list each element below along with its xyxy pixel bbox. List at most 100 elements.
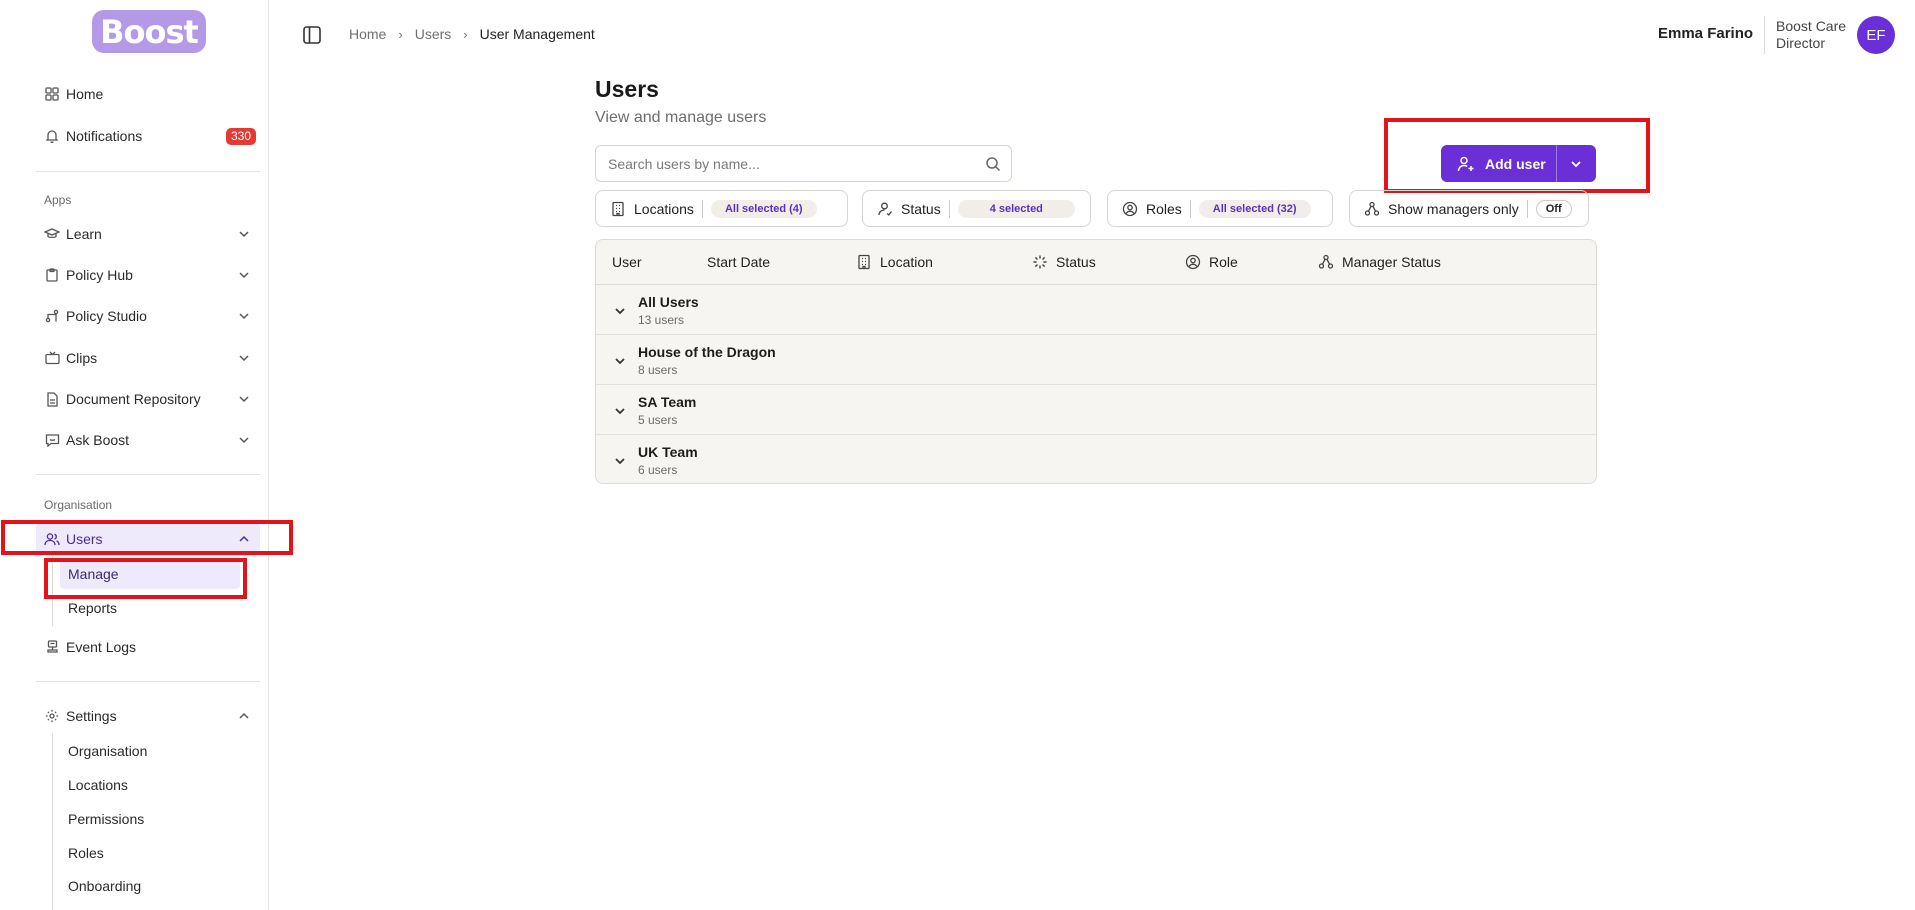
- chevron-right-icon: ›: [398, 26, 403, 42]
- column-header-manager-status[interactable]: Manager Status: [1318, 254, 1441, 270]
- column-header-start-date[interactable]: Start Date: [707, 254, 770, 270]
- filter-label: Locations: [634, 200, 694, 217]
- stamp-icon: [44, 639, 60, 655]
- column-label: Manager Status: [1342, 254, 1441, 270]
- sidebar-item-document-repository[interactable]: Document Repository: [36, 382, 260, 416]
- graduation-cap-icon: [44, 226, 60, 242]
- sidebar-item-label: Clips: [66, 350, 98, 366]
- group-count: 13 users: [638, 313, 685, 327]
- column-label: Role: [1209, 254, 1238, 270]
- sidebar-item-home[interactable]: Home: [36, 77, 260, 111]
- chevron-down-icon[interactable]: [612, 403, 628, 419]
- filter-status[interactable]: Status 4 selected: [862, 190, 1091, 227]
- sidebar-item-label: Notifications: [66, 128, 143, 144]
- highlight-box: [44, 558, 247, 599]
- breadcrumb: Home › Users › User Management: [349, 26, 595, 42]
- sidebar-item-ask-boost[interactable]: Ask Boost: [36, 423, 260, 457]
- filter-separator: [948, 199, 950, 218]
- filter-separator: [701, 199, 703, 218]
- filter-separator: [1189, 199, 1191, 218]
- add-user-split-button: Add user: [1441, 145, 1596, 182]
- search-icon: [986, 157, 1001, 172]
- group-count: 6 users: [638, 463, 678, 477]
- user-org-role: Boost Care Director: [1776, 18, 1847, 51]
- users-table: User Start Date Location Status Role Man…: [595, 239, 1597, 484]
- table-group-row[interactable]: All Users 13 users: [596, 285, 1596, 335]
- search-field[interactable]: [595, 145, 1012, 182]
- group-count: 8 users: [638, 363, 678, 377]
- avatar[interactable]: EF: [1857, 16, 1895, 54]
- sidebar-subitem-permissions[interactable]: Permissions: [60, 804, 240, 834]
- notification-count-badge: 330: [225, 128, 256, 145]
- add-user-button[interactable]: Add user: [1441, 145, 1557, 182]
- sidebar-item-settings[interactable]: Settings: [36, 699, 260, 733]
- column-label: User: [612, 254, 642, 270]
- group-name: UK Team: [638, 444, 698, 460]
- sidebar-subitem-locations[interactable]: Locations: [60, 770, 240, 800]
- filter-roles[interactable]: Roles All selected (32): [1107, 190, 1333, 227]
- column-header-user[interactable]: User: [612, 254, 642, 270]
- chevron-down-icon: [239, 313, 249, 320]
- column-header-location[interactable]: Location: [856, 254, 933, 270]
- breadcrumb-users[interactable]: Users: [415, 26, 452, 42]
- sidebar-item-learn[interactable]: Learn: [36, 217, 260, 251]
- boost-logo[interactable]: Boost: [92, 10, 206, 53]
- chevron-down-icon: [239, 231, 249, 238]
- tv-icon: [44, 350, 60, 366]
- user-status-icon: [878, 202, 893, 216]
- chevron-down-icon: [239, 355, 249, 362]
- table-group-row[interactable]: UK Team 6 users: [596, 435, 1596, 483]
- managers-only-toggle[interactable]: Off: [1535, 199, 1572, 218]
- user-divider: [1764, 16, 1765, 54]
- sidebar-subitem-onboarding[interactable]: Onboarding: [60, 871, 240, 901]
- filter-label: Status: [901, 200, 941, 217]
- building-icon: [858, 254, 870, 270]
- grid-icon: [44, 86, 60, 102]
- group-name: All Users: [638, 294, 699, 310]
- group-name: SA Team: [638, 394, 697, 410]
- chevron-right-icon: ›: [463, 26, 468, 42]
- filter-managers-only[interactable]: Show managers only Off: [1349, 190, 1589, 227]
- sidebar-item-label: Document Repository: [66, 391, 201, 407]
- file-icon: [44, 391, 60, 407]
- chevron-down-icon: [1571, 160, 1581, 167]
- message-icon: [44, 432, 60, 448]
- sidebar-item-policy-hub[interactable]: Policy Hub: [36, 258, 260, 292]
- table-group-row[interactable]: SA Team 5 users: [596, 385, 1596, 435]
- column-header-role[interactable]: Role: [1185, 254, 1238, 270]
- search-input[interactable]: [608, 155, 968, 172]
- filter-separator: [1526, 199, 1528, 218]
- sidebar-item-clips[interactable]: Clips: [36, 341, 260, 375]
- chevron-down-icon[interactable]: [612, 303, 628, 319]
- filter-locations[interactable]: Locations All selected (4): [595, 190, 848, 227]
- bell-icon: [44, 128, 60, 144]
- page-title: Users: [595, 76, 659, 102]
- table-header: User Start Date Location Status Role Man…: [596, 240, 1596, 285]
- group-count: 5 users: [638, 413, 678, 427]
- clipboard-icon: [44, 267, 60, 283]
- loader-icon: [1033, 255, 1047, 269]
- column-label: Start Date: [707, 254, 771, 270]
- chevron-down-icon[interactable]: [612, 353, 628, 369]
- sidebar-item-policy-studio[interactable]: Policy Studio: [36, 299, 260, 333]
- chevron-down-icon: [239, 396, 249, 403]
- sidebar-toggle-icon[interactable]: [302, 25, 322, 45]
- group-name: House of the Dragon: [638, 344, 776, 360]
- column-label: Location: [880, 254, 933, 270]
- sidebar-item-event-logs[interactable]: Event Logs: [36, 630, 260, 664]
- column-header-status[interactable]: Status: [1032, 254, 1096, 270]
- user-circle-icon: [1185, 254, 1201, 270]
- breadcrumb-home[interactable]: Home: [349, 26, 386, 42]
- filter-label: Roles: [1146, 200, 1182, 217]
- sidebar-item-notifications[interactable]: Notifications 330: [36, 119, 260, 153]
- add-user-dropdown-button[interactable]: [1557, 145, 1595, 182]
- page-subtitle: View and manage users: [595, 109, 767, 126]
- add-user-label: Add user: [1485, 155, 1546, 172]
- filter-value-badge: All selected (32): [1198, 199, 1311, 218]
- filter-value-badge: 4 selected: [957, 199, 1075, 218]
- chevron-down-icon[interactable]: [612, 453, 628, 469]
- sidebar-subitem-organisation[interactable]: Organisation: [60, 736, 240, 766]
- filter-label: Show managers only: [1388, 200, 1519, 217]
- table-group-row[interactable]: House of the Dragon 8 users: [596, 335, 1596, 385]
- sidebar-subitem-roles[interactable]: Roles: [60, 838, 240, 868]
